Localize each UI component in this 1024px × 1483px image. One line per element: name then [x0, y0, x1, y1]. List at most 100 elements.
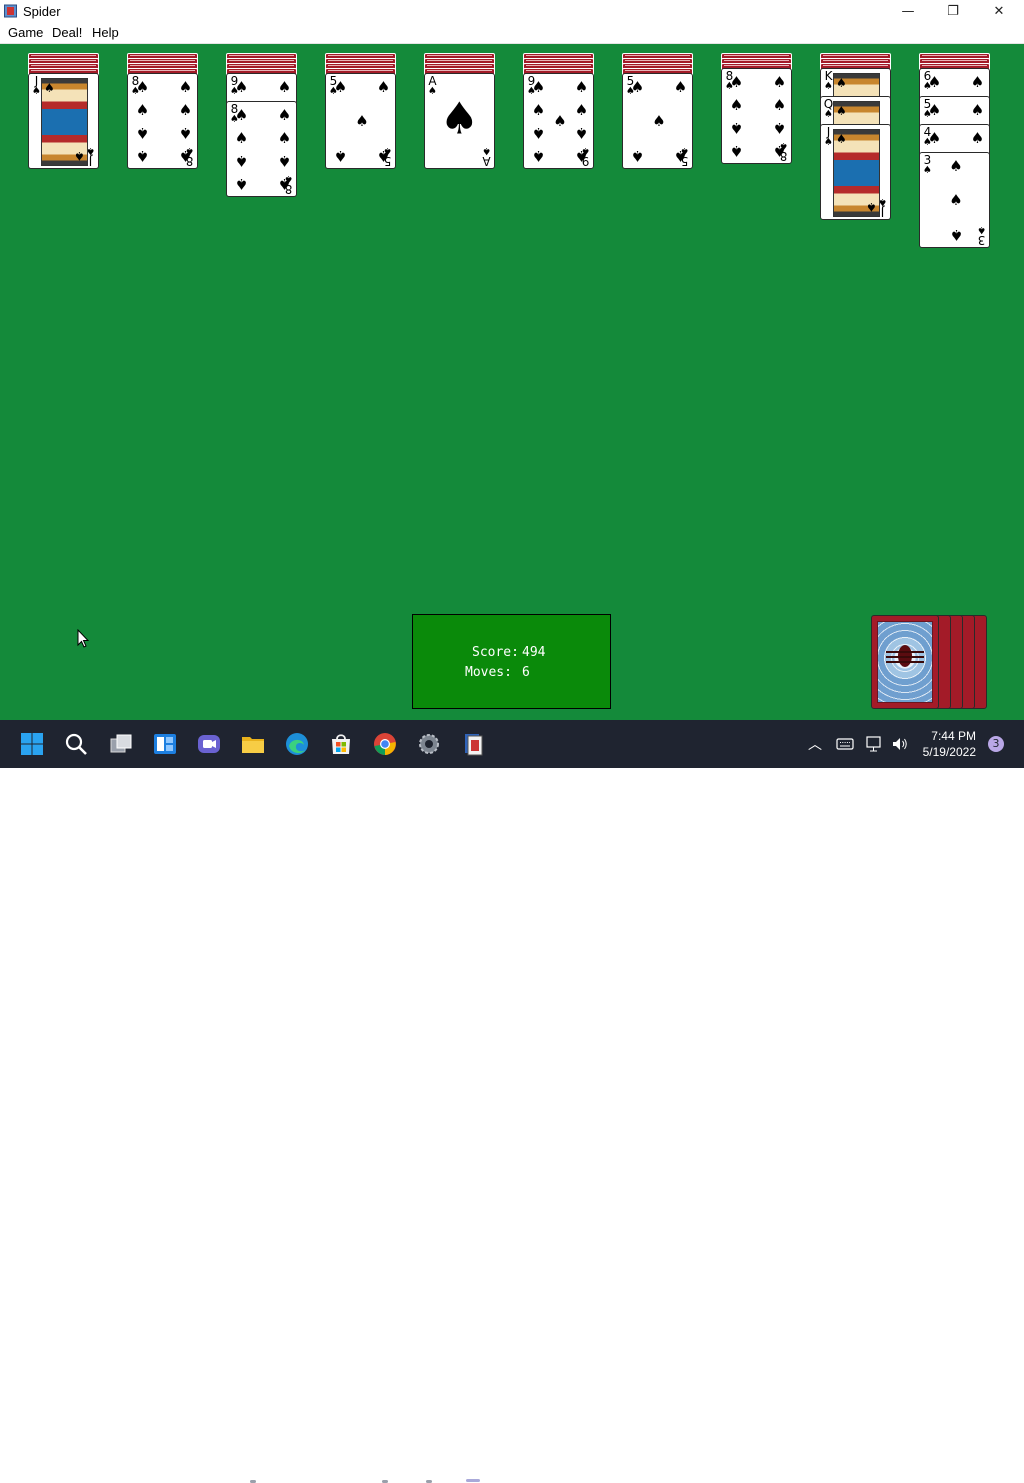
card-pips: ♠ ♠ ♠ ♠ ♠ ♠ ♠ ♠: [235, 108, 291, 193]
spade-icon: ♠: [531, 101, 546, 120]
status-box[interactable]: Score: 494 Moves: 6: [412, 614, 611, 709]
spade-icon: ♠: [630, 146, 645, 165]
notification-badge[interactable]: 3: [988, 736, 1004, 752]
menu-help[interactable]: Help: [92, 25, 119, 40]
widgets-icon[interactable]: [153, 732, 177, 756]
spade-icon: ♠: [135, 101, 150, 120]
face-card-portrait: ♠♠: [833, 129, 880, 217]
start-icon[interactable]: [20, 732, 44, 756]
mouse-cursor-icon: [77, 629, 89, 648]
spade-icon: ♠: [234, 174, 249, 193]
spade-icon: ♠: [949, 191, 963, 209]
spade-icon: ♠: [729, 73, 744, 92]
spade-icon: ♠: [970, 73, 985, 92]
spade-icon: ♠: [574, 146, 589, 165]
card-rank-index: 3 ♠: [976, 224, 987, 247]
task-view-icon[interactable]: [109, 732, 133, 756]
card-rank: J: [880, 205, 885, 219]
close-button[interactable]: ✕: [976, 0, 1022, 22]
spade-icon: ♠: [531, 146, 546, 165]
spider-solitaire-icon[interactable]: [461, 732, 485, 756]
spade-icon: ♠: [553, 112, 567, 130]
menu-game[interactable]: Game: [8, 25, 43, 40]
spade-icon: ♠: [772, 73, 787, 92]
card-rank-index: A ♠: [427, 75, 438, 97]
chevron-up-icon[interactable]: ︿: [808, 734, 822, 754]
clock-date[interactable]: 5/19/2022: [923, 745, 976, 759]
spade-icon: ♠: [836, 76, 847, 90]
title-bar: Spider — ❐ ✕: [0, 0, 1024, 22]
stock-card[interactable]: [871, 615, 939, 709]
card-rank: A: [482, 154, 491, 168]
settings-icon[interactable]: [417, 732, 441, 756]
spade-icon: ♠: [970, 101, 985, 120]
teams-chat-icon[interactable]: [197, 732, 221, 756]
card-9-spades[interactable]: 9♠9♠♠♠♠♠♠♠♠♠♠: [523, 73, 594, 169]
spade-icon: ♠: [428, 86, 437, 97]
taskbar: ︿ 7:44 PM 5/19/2022: [0, 720, 1024, 1483]
card-pips: ♠ ♠ ♠ ♠ ♠ ♠ ♠ ♠ ♠: [532, 80, 588, 165]
moves-label: Moves:: [465, 665, 512, 680]
spade-icon: ♠: [234, 129, 249, 148]
spade-icon: ♠: [970, 129, 985, 148]
spade-icon: ♠: [234, 78, 249, 97]
card-a-spades[interactable]: A ♠ A ♠ ♠: [424, 73, 495, 169]
edge-icon[interactable]: [285, 732, 309, 756]
spade-icon: ♠: [927, 101, 942, 120]
menu-deal[interactable]: Deal!: [52, 25, 82, 40]
card-j-spades[interactable]: J ♠ J ♠ ♠ ♠: [820, 124, 891, 220]
spade-icon: ♠: [772, 118, 787, 137]
spade-icon: ♠: [333, 78, 348, 97]
search-icon[interactable]: [64, 732, 88, 756]
spade-icon: ♠: [277, 129, 292, 148]
file-explorer-icon[interactable]: [241, 732, 265, 756]
card-8-spades[interactable]: 8 ♠ 8 ♠ ♠ ♠ ♠ ♠ ♠ ♠ ♠ ♠: [226, 101, 297, 197]
spade-icon: ♠: [673, 146, 688, 165]
card-8-spades[interactable]: 8 ♠ 8 ♠ ♠ ♠ ♠ ♠ ♠ ♠ ♠ ♠: [721, 68, 792, 164]
spade-icon: ♠: [482, 145, 491, 156]
spade-icon: ♠: [772, 141, 787, 160]
spade-icon: ♠: [574, 123, 589, 142]
spade-icon: ♠: [772, 96, 787, 115]
restore-button[interactable]: ❐: [930, 0, 976, 22]
card-rank: 3: [977, 233, 986, 247]
card-5-spades[interactable]: 5♠5♠♠♠♠♠♠: [622, 73, 693, 169]
spade-icon: ♠: [277, 78, 292, 97]
card-pips: ♠ ♠ ♠ ♠ ♠ ♠ ♠ ♠: [136, 80, 192, 165]
volume-icon[interactable]: [891, 735, 909, 753]
spade-icon: ♠: [135, 146, 150, 165]
clock-time[interactable]: 7:44 PM: [931, 729, 976, 743]
card-3-spades[interactable]: 3 ♠ 3 ♠ ♠ ♠ ♠: [919, 152, 990, 248]
chrome-icon[interactable]: [373, 732, 397, 756]
card-rank-index: 3 ♠: [922, 154, 933, 176]
spade-icon: ♠: [376, 78, 391, 97]
score-value: 494: [522, 645, 546, 660]
spider-active-indicator: [466, 1479, 480, 1482]
spade-icon: ♠: [630, 78, 645, 97]
network-icon[interactable]: [866, 735, 884, 753]
window-title: Spider: [23, 4, 61, 19]
spade-icon: ♠: [923, 165, 932, 176]
spade-icon: ♠: [531, 78, 546, 97]
spade-icon: ♠: [277, 174, 292, 193]
spade-icon: ♠: [729, 141, 744, 160]
spade-icon: ♠: [729, 118, 744, 137]
menu-bar: Game Deal! Help: [0, 22, 1024, 44]
spade-icon: ♠: [927, 129, 942, 148]
store-icon[interactable]: [329, 732, 353, 756]
keyboard-icon[interactable]: [836, 735, 854, 753]
spade-icon: ♠: [234, 106, 249, 125]
card-j-spades[interactable]: J ♠ J ♠ ♠ ♠: [28, 73, 99, 169]
spade-icon: ♠: [355, 112, 369, 130]
card-5-spades[interactable]: 5♠5♠♠♠♠♠♠: [325, 73, 396, 169]
card-8-spades[interactable]: 8 ♠ 8 ♠ ♠ ♠ ♠ ♠ ♠ ♠ ♠ ♠: [127, 73, 198, 169]
spade-icon: ♠: [574, 101, 589, 120]
spade-icon: ♠: [949, 157, 963, 176]
minimize-button[interactable]: —: [885, 0, 931, 22]
spade-icon: ♠: [949, 225, 963, 244]
spade-icon: ♠: [135, 78, 150, 97]
moves-value: 6: [522, 665, 530, 680]
spade-icon: ♠: [729, 96, 744, 115]
spider-icon: [886, 644, 924, 667]
spider-app-icon: [4, 4, 17, 18]
